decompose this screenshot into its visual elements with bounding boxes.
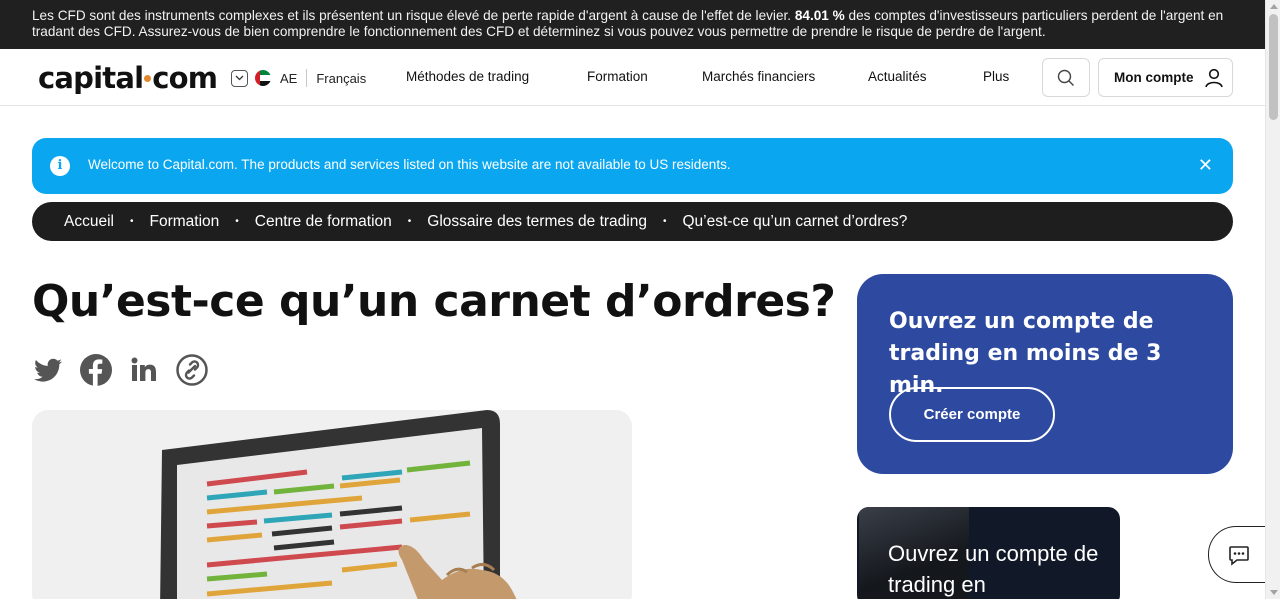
region-code[interactable]: AE <box>280 71 297 86</box>
breadcrumb-separator: • <box>662 216 667 227</box>
search-button[interactable] <box>1042 58 1090 97</box>
open-account-card: Ouvrez un compte de trading en moins de … <box>857 274 1233 474</box>
user-icon <box>1204 68 1223 87</box>
page-title: Qu’est-ce qu’un carnet d’ordres? <box>32 276 836 327</box>
breadcrumb-separator: • <box>407 216 412 227</box>
scroll-up-icon[interactable] <box>1270 4 1278 9</box>
uae-flag-icon <box>255 70 271 86</box>
nav-financial-markets[interactable]: Marchés financiers <box>702 69 815 84</box>
chat-icon <box>1229 545 1249 566</box>
breadcrumb-separator: • <box>129 216 134 227</box>
twitter-icon[interactable] <box>32 354 64 386</box>
search-icon <box>1057 69 1074 86</box>
facebook-icon[interactable] <box>80 354 112 386</box>
app-promo-card[interactable]: Ouvrez un compte de trading en <box>857 507 1120 599</box>
chat-button[interactable] <box>1208 526 1268 583</box>
breadcrumb-glossary[interactable]: Glossaire des termes de trading <box>427 213 647 231</box>
promo-text: Ouvrez un compte de trading en <box>888 541 1099 597</box>
logo-dot <box>144 74 152 82</box>
copy-link-icon[interactable] <box>176 354 208 386</box>
nav-news[interactable]: Actualités <box>868 69 927 84</box>
close-icon[interactable]: ✕ <box>1198 155 1213 176</box>
breadcrumb: Accueil • Formation • Centre de formatio… <box>32 202 1233 241</box>
my-account-label: Mon compte <box>1114 70 1194 85</box>
capital-logo[interactable]: capital com <box>38 61 218 95</box>
breadcrumb-current: Qu’est-ce qu’un carnet d’ordres? <box>682 212 908 230</box>
breadcrumb-separator: • <box>235 216 239 227</box>
logo-text-right: com <box>152 61 218 95</box>
breadcrumb-formation[interactable]: Formation <box>149 213 219 231</box>
chevron-down-icon[interactable] <box>231 69 248 87</box>
language-label[interactable]: Français <box>316 71 366 86</box>
risk-text-before: Les CFD sont des instruments complexes e… <box>32 8 795 23</box>
region-language-selector[interactable]: AE Français <box>231 68 366 88</box>
logo-text-left: capital <box>38 61 144 95</box>
nav-trading-methods[interactable]: Méthodes de trading <box>406 69 529 84</box>
risk-warning-banner: Les CFD sont des instruments complexes e… <box>0 0 1265 49</box>
site-header: capital com AE Français Méthodes de tradi… <box>0 49 1265 106</box>
page-scrollbar[interactable] <box>1265 0 1280 599</box>
nav-formation[interactable]: Formation <box>587 69 648 84</box>
order-book-illustration <box>32 410 632 599</box>
scroll-down-icon[interactable] <box>1270 590 1278 595</box>
create-account-button[interactable]: Créer compte <box>889 387 1055 442</box>
breadcrumb-home[interactable]: Accueil <box>64 213 114 231</box>
risk-percent: 84.01 % <box>794 8 845 23</box>
monitor-illustration <box>160 410 517 599</box>
us-residents-notice: i Welcome to Capital.com. The products a… <box>32 138 1233 194</box>
nav-more[interactable]: Plus <box>983 69 1009 84</box>
info-icon: i <box>50 156 70 176</box>
linkedin-icon[interactable] <box>128 354 160 386</box>
scrollbar-thumb[interactable] <box>1269 14 1278 120</box>
notice-text: Welcome to Capital.com. The products and… <box>88 157 731 172</box>
divider <box>306 69 308 87</box>
breadcrumb-learning-center[interactable]: Centre de formation <box>255 213 392 231</box>
my-account-button[interactable]: Mon compte <box>1098 58 1233 97</box>
